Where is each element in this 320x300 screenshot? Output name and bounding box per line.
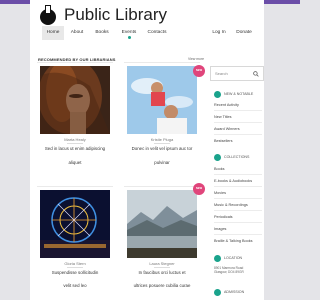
book-card[interactable]: Laura Stegner In faucibus orci luctus et [124,186,200,275]
divider [214,198,262,199]
site-title: Public Library [64,5,167,24]
card-description-line2: velit sed leo [63,283,87,288]
nav-login[interactable]: Log In [210,26,228,40]
sidebar-item-periodicals[interactable]: Periodicals [214,215,233,219]
main-nav: Home About Books Events Contacts Log In … [40,26,264,40]
sidebar-item-new-titles[interactable]: New Titles [214,115,232,119]
sidebar-item-books[interactable]: Books [214,167,225,171]
sidebar-item-award-winners[interactable]: Award Winners [214,127,240,131]
sidebar-item-bestsellers[interactable]: Bestsellers [214,139,233,143]
divider [214,222,262,223]
nav-home[interactable]: Home [42,26,64,40]
collections-icon [214,154,221,161]
search-placeholder: Search [215,71,228,76]
divider [214,174,262,175]
card-description: Donec in velit vel ipsum auc tor [131,146,193,151]
card-author: Laura Stegner [149,261,175,266]
nav-about[interactable]: About [67,26,87,40]
location-pin-icon [214,255,221,262]
sidebar-item-recent-activity[interactable]: Recent Activity [214,103,239,107]
card-author: Gloria Stern [64,261,86,266]
ticket-icon [214,289,221,296]
card-author: Marta Healy [64,137,86,142]
card-description: In faucibus orci luctus et [138,270,186,275]
card-description: Suspendisse sollicitudin [51,270,99,275]
card-description: Sed in lacus ut enim adipiscing [44,146,106,151]
location-address: 8901 Marmora Road Glasgow, DO4 89GR [214,266,244,275]
divider [214,134,262,135]
view-more-link[interactable]: View more [188,57,204,61]
nav-events[interactable]: Events [119,26,139,40]
card-description-line2: pulvinar [154,160,170,165]
card-description-line2: aliquet [68,160,82,165]
sidebar-item-movies[interactable]: Movies [214,191,226,195]
card-author: Kristie Pluga [150,137,174,142]
card-image-mountain-lake[interactable] [127,190,197,258]
nav-donate[interactable]: Donate [234,26,254,40]
card-image-portrait-woman[interactable] [40,66,110,134]
divider [214,234,262,235]
site-brand[interactable]: Public Library [40,3,170,25]
card-description-line2: ultrices posuere cubilia curae [133,283,191,288]
sidebar-item-images[interactable]: Images [214,227,226,231]
location-heading: LOCATION [210,254,264,264]
card-divider [154,143,170,144]
divider [214,186,262,187]
sidebar-item-ebooks[interactable]: E-books & Audiobooks [214,179,252,183]
card-divider [154,267,170,268]
new-notable-heading: NEW & NOTABLE [210,90,264,100]
new-badge: NEW [193,183,205,195]
card-image-ferris-wheel[interactable] [40,190,110,258]
new-badge: NEW [193,65,205,77]
search-input[interactable]: Search [210,66,264,81]
book-card[interactable]: Kristie Pluga Donec in velit vel ipsum a… [124,62,200,151]
sidebar: Search NEW & NOTABLE Recent Activity New… [210,66,264,300]
search-icon[interactable] [253,71,259,77]
card-image-father-child[interactable] [127,66,197,134]
sidebar-item-music[interactable]: Music & Recordings [214,203,248,207]
library-logo-icon [40,3,56,25]
nav-books[interactable]: Books [92,26,112,40]
book-card[interactable]: Marta Healy Sed in lacus ut enim adipisc… [37,62,113,151]
admission-heading: ADMISSION [210,288,264,298]
card-divider [67,143,83,144]
divider [214,122,262,123]
book-card[interactable]: Gloria Stern Suspendisse sollicitudin [37,186,113,275]
divider [214,110,262,111]
card-divider [67,267,83,268]
sidebar-item-braille[interactable]: Braille & Talking Books [214,239,253,243]
collections-heading: COLLECTIONS [210,153,264,163]
star-icon [214,91,221,98]
divider [214,210,262,211]
nav-contacts[interactable]: Contacts [144,26,170,40]
